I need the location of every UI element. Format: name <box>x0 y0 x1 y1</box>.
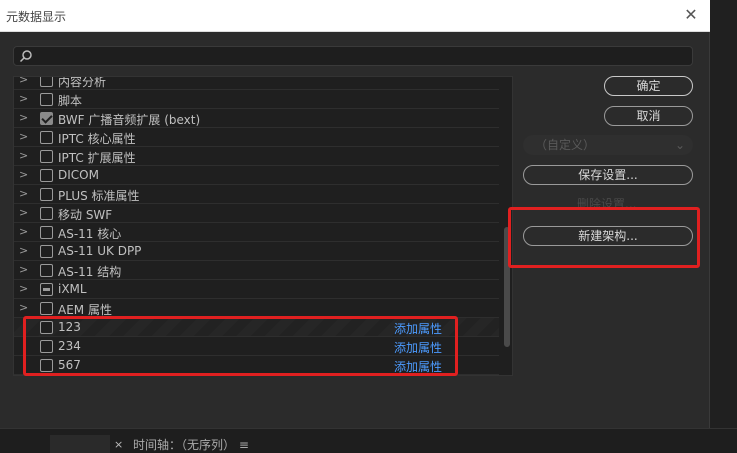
tree-row[interactable]: > BWF 广播音频扩展 (bext) <box>14 109 499 128</box>
checkbox[interactable] <box>40 207 53 220</box>
checkbox[interactable] <box>40 131 53 144</box>
add-property-link[interactable]: 添加属性 <box>394 358 442 375</box>
chevron-right-icon[interactable]: > <box>19 77 29 87</box>
tree-scrollbar[interactable] <box>502 77 512 375</box>
chevron-right-icon[interactable]: > <box>19 225 29 239</box>
row-label: AS-11 UK DPP <box>58 244 142 258</box>
checkbox[interactable] <box>40 321 53 334</box>
search-box <box>13 46 693 66</box>
row-label: IPTC 核心属性 <box>58 132 136 146</box>
preset-select-value: （自定义） <box>535 138 596 152</box>
row-label: PLUS 标准属性 <box>58 189 140 203</box>
checkbox-checked[interactable] <box>40 112 53 125</box>
metadata-tree: > 内容分析 > 脚本 > BWF 广播音频扩展 (bext) > IPTC 核… <box>13 76 513 376</box>
cancel-button[interactable]: 取消 <box>604 106 693 126</box>
tree-row[interactable]: > iXML <box>14 280 499 299</box>
title-bar: 元数据显示 ✕ <box>0 0 710 32</box>
chevron-right-icon[interactable]: > <box>19 244 29 258</box>
row-label: 脚本 <box>58 94 83 108</box>
tree-row[interactable]: > AS-11 结构 <box>14 261 499 280</box>
timeline-tab-label: 时间轴：（无序列） <box>133 438 236 452</box>
panel-tab <box>50 435 110 453</box>
tree-row[interactable]: > IPTC 核心属性 <box>14 128 499 147</box>
search-input[interactable] <box>36 48 686 64</box>
row-label: 123 <box>58 320 81 334</box>
tree-row[interactable]: > DICOM <box>14 166 499 185</box>
checkbox[interactable] <box>40 93 53 106</box>
chevron-right-icon[interactable]: > <box>19 111 29 125</box>
add-property-link[interactable]: 添加属性 <box>394 320 442 337</box>
chevron-right-icon[interactable]: > <box>19 282 29 296</box>
checkbox[interactable] <box>40 226 53 239</box>
tree-row[interactable]: > 移动 SWF <box>14 204 499 223</box>
custom-property-row[interactable]: 123 添加属性 <box>14 318 499 337</box>
row-label: 234 <box>58 339 81 353</box>
tree-row[interactable]: > AS-11 核心 <box>14 223 499 242</box>
tree-row[interactable]: > AEM 属性 <box>14 299 499 318</box>
checkbox[interactable] <box>40 150 53 163</box>
dialog-title: 元数据显示 <box>6 10 67 24</box>
close-icon[interactable]: × <box>114 438 123 451</box>
checkbox[interactable] <box>40 188 53 201</box>
timeline-tab[interactable]: 时间轴：（无序列） ≡ <box>133 436 249 453</box>
tree-row[interactable]: > IPTC 扩展属性 <box>14 147 499 166</box>
chevron-right-icon[interactable]: > <box>19 187 29 201</box>
tree-row[interactable]: > AS-11 UK DPP <box>14 242 499 261</box>
close-icon[interactable]: ✕ <box>680 4 702 26</box>
checkbox[interactable] <box>40 264 53 277</box>
scrollbar-thumb[interactable] <box>504 227 510 347</box>
tree-row[interactable]: > 脚本 <box>14 90 499 109</box>
chevron-right-icon[interactable]: > <box>19 206 29 220</box>
row-label: IPTC 扩展属性 <box>58 151 136 165</box>
row-label: DICOM <box>58 168 99 182</box>
checkbox[interactable] <box>40 359 53 372</box>
row-label: AS-11 核心 <box>58 227 122 241</box>
search-icon <box>19 50 32 63</box>
custom-property-row[interactable]: 234 添加属性 <box>14 337 499 356</box>
row-label: BWF 广播音频扩展 (bext) <box>58 113 201 127</box>
row-label: 567 <box>58 358 81 372</box>
tree-row[interactable]: > PLUS 标准属性 <box>14 185 499 204</box>
new-schema-button[interactable]: 新建架构... <box>523 226 693 246</box>
bottom-panel: × 时间轴：（无序列） ≡ <box>0 428 737 453</box>
chevron-right-icon[interactable]: > <box>19 263 29 277</box>
row-label: 移动 SWF <box>58 208 113 222</box>
chevron-down-icon[interactable]: > <box>19 301 29 315</box>
row-label: AEM 属性 <box>58 303 112 317</box>
delete-settings-button: 删除设置... <box>577 197 637 211</box>
tree-row[interactable]: > 内容分析 <box>14 76 499 90</box>
add-property-link[interactable]: 添加属性 <box>394 339 442 356</box>
checkbox[interactable] <box>40 245 53 258</box>
checkbox[interactable] <box>40 340 53 353</box>
metadata-display-dialog: 元数据显示 ✕ > 内容分析 > 脚本 > BWF 广播音频扩展 (bext) … <box>0 0 710 428</box>
chevron-right-icon[interactable]: > <box>19 130 29 144</box>
background-panel <box>710 0 737 428</box>
chevron-right-icon[interactable]: > <box>19 168 29 182</box>
checkbox-partial[interactable] <box>40 283 53 296</box>
row-label: 内容分析 <box>58 76 107 89</box>
ok-button[interactable]: 确定 <box>604 76 693 96</box>
row-label: iXML <box>58 282 87 296</box>
custom-property-row[interactable]: 567 添加属性 <box>14 356 499 375</box>
checkbox[interactable] <box>40 77 53 87</box>
chevron-right-icon[interactable]: > <box>19 149 29 163</box>
panel-menu-icon[interactable]: ≡ <box>239 438 249 452</box>
preset-select[interactable]: （自定义） ⌄ <box>523 135 693 155</box>
chevron-down-icon: ⌄ <box>674 138 685 152</box>
row-label: AS-11 结构 <box>58 265 122 279</box>
checkbox[interactable] <box>40 302 53 315</box>
checkbox[interactable] <box>40 169 53 182</box>
chevron-right-icon[interactable]: > <box>19 92 29 106</box>
save-settings-button[interactable]: 保存设置... <box>523 165 693 185</box>
